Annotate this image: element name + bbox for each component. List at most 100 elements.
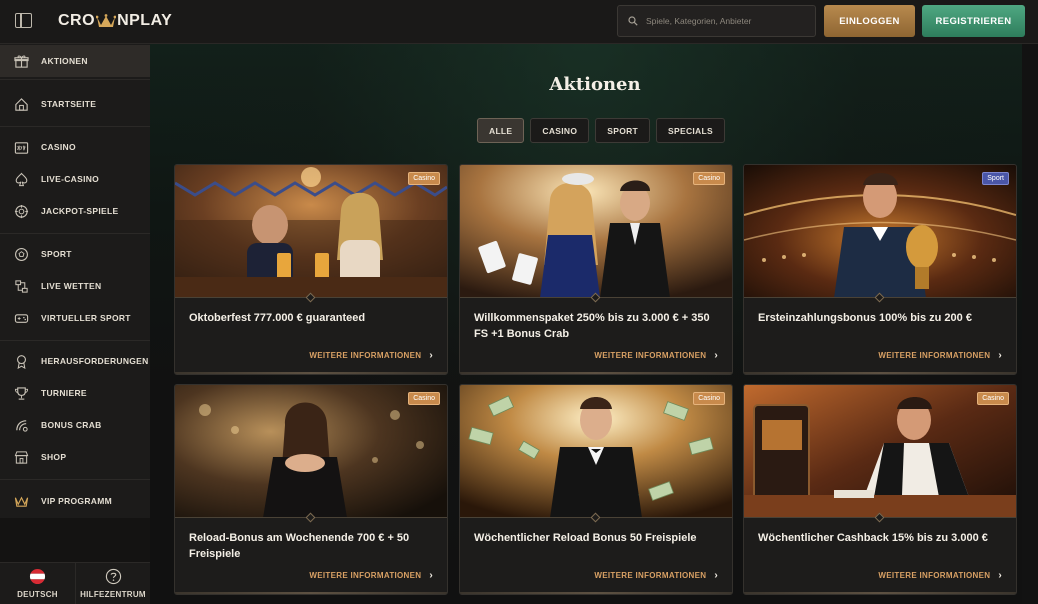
sidebar-item-casino[interactable]: 777 CASINO: [0, 131, 150, 163]
sidebar-item-label: CASINO: [41, 142, 76, 152]
promo-title: Willkommenspaket 250% bis zu 3.000 € + 3…: [474, 312, 710, 340]
sidebar-item-herausforderungen[interactable]: HERAUSFORDERUNGEN: [0, 345, 150, 377]
sidebar-item-label: SHOP: [41, 452, 67, 462]
live-bet-icon: [15, 279, 28, 293]
chevron-right-icon: ›: [429, 570, 433, 581]
more-info-link[interactable]: WEITERE INFORMATIONEN ›: [878, 570, 1002, 581]
category-badge: Sport: [982, 172, 1009, 185]
promo-image-welcome: [460, 165, 732, 298]
more-info-link[interactable]: WEITERE INFORMATIONEN ›: [309, 350, 433, 361]
language-selector[interactable]: DEUTSCH: [0, 563, 75, 604]
filter-tab-casino[interactable]: CASINO: [530, 118, 590, 143]
gift-icon: [14, 54, 29, 68]
sidebar-item-label: HERAUSFORDERUNGEN: [41, 356, 149, 366]
promo-card[interactable]: Casino Wöchentlicher Reload Bonus 50 Fre…: [459, 384, 733, 595]
card-bottom-line: [460, 592, 732, 594]
promo-card[interactable]: Casino Oktoberfest 777.000 € guaranteed …: [174, 164, 448, 375]
promo-card[interactable]: Casino Reload-Bonus am Wochenende 700 € …: [174, 384, 448, 595]
sidebar-item-vip-programm[interactable]: VIP PROGRAMM: [0, 485, 150, 517]
sidebar-item-jackpot-spiele[interactable]: JACKPOT-SPIELE: [0, 195, 150, 227]
logo-text-right: NPLAY: [117, 12, 173, 29]
sidebar-item-label: JACKPOT-SPIELE: [41, 206, 119, 216]
austria-flag-icon: [29, 568, 46, 585]
more-info-label: WEITERE INFORMATIONEN: [878, 571, 991, 580]
sidebar-item-label: SPORT: [41, 249, 72, 259]
more-info-label: WEITERE INFORMATIONEN: [594, 351, 707, 360]
gamepad-icon: [14, 313, 29, 323]
search-icon: [628, 16, 638, 26]
sidebar-divider: [0, 340, 150, 341]
sidebar-divider: [0, 233, 150, 234]
search-bar[interactable]: [617, 5, 816, 37]
promo-title: Wöchentlicher Cashback 15% bis zu 3.000 …: [758, 532, 988, 544]
promo-image-first-deposit: [744, 165, 1016, 298]
sidebar-item-label: TURNIERE: [41, 388, 87, 398]
shop-icon: [14, 450, 29, 464]
crown-logo-icon: [96, 14, 117, 27]
chevron-right-icon: ›: [714, 570, 718, 581]
promo-card[interactable]: Casino Wöchentlicher Cashback 15% bis zu…: [743, 384, 1017, 595]
sidebar-footer: DEUTSCH HILFEZENTRUM: [0, 562, 150, 604]
more-info-label: WEITERE INFORMATIONEN: [309, 571, 422, 580]
help-center-button[interactable]: HILFEZENTRUM: [75, 563, 150, 604]
promo-title: Oktoberfest 777.000 € guaranteed: [189, 312, 366, 324]
sidebar-item-bonus-crab[interactable]: BONUS CRAB: [0, 409, 150, 441]
page-scrollbar[interactable]: [1022, 44, 1038, 604]
spade-icon: [15, 172, 28, 186]
card-bottom-line: [175, 372, 447, 374]
filter-tab-sport[interactable]: SPORT: [595, 118, 651, 143]
logo-text-left: CRO: [58, 12, 96, 29]
sidebar-item-turniere[interactable]: TURNIERE: [0, 377, 150, 409]
chevron-right-icon: ›: [998, 570, 1002, 581]
chevron-right-icon: ›: [429, 350, 433, 361]
category-badge: Casino: [408, 392, 440, 405]
sidebar-item-aktionen[interactable]: AKTIONEN: [0, 45, 150, 77]
more-info-link[interactable]: WEITERE INFORMATIONEN ›: [594, 570, 718, 581]
category-badge: Casino: [977, 392, 1009, 405]
promo-card[interactable]: Casino Willkommenspaket 250% bis zu 3.00…: [459, 164, 733, 375]
sidebar-item-sport[interactable]: SPORT: [0, 238, 150, 270]
login-button[interactable]: EINLOGGEN: [824, 5, 915, 37]
register-button[interactable]: REGISTRIEREN: [922, 5, 1025, 37]
main-content: Aktionen ALLE CASINO SPORT SPECIALS Casi…: [150, 44, 1022, 604]
sidebar-toggle-icon[interactable]: [15, 13, 32, 28]
sidebar-item-live-casino[interactable]: LIVE-CASINO: [0, 163, 150, 195]
chevron-right-icon: ›: [714, 350, 718, 361]
language-label: DEUTSCH: [17, 590, 58, 599]
help-label: HILFEZENTRUM: [80, 590, 146, 599]
medal-icon: [17, 354, 26, 369]
promo-image-weekend-reload: [175, 385, 447, 518]
search-input[interactable]: [646, 16, 806, 26]
promo-image-weekly-reload: [460, 385, 732, 518]
slot-machine-icon: 777: [14, 141, 29, 154]
chip-icon: [14, 204, 29, 218]
category-badge: Casino: [693, 172, 725, 185]
svg-text:777: 777: [16, 145, 26, 150]
help-icon: [105, 568, 121, 585]
sidebar-item-shop[interactable]: SHOP: [0, 441, 150, 473]
promo-card[interactable]: Sport Ersteinzahlungsbonus 100% bis zu 2…: [743, 164, 1017, 375]
sidebar-item-label: BONUS CRAB: [41, 420, 102, 430]
more-info-link[interactable]: WEITERE INFORMATIONEN ›: [878, 350, 1002, 361]
filter-tab-alle[interactable]: ALLE: [477, 118, 525, 143]
more-info-label: WEITERE INFORMATIONEN: [594, 571, 707, 580]
filter-tab-specials[interactable]: SPECIALS: [656, 118, 725, 143]
sidebar: AKTIONEN STARTSEITE 777 CASINO LIVE-CASI…: [0, 44, 150, 518]
sidebar-divider: [0, 479, 150, 480]
sidebar-item-startseite[interactable]: STARTSEITE: [0, 88, 150, 120]
brand-logo[interactable]: CRO NPLAY: [58, 12, 172, 30]
more-info-link[interactable]: WEITERE INFORMATIONEN ›: [309, 570, 433, 581]
sidebar-item-virtueller-sport[interactable]: VIRTUELLER SPORT: [0, 302, 150, 334]
promotion-filter-tabs: ALLE CASINO SPORT SPECIALS: [477, 118, 725, 143]
sidebar-item-label: VIP PROGRAMM: [41, 496, 112, 506]
page-title: Aktionen: [549, 74, 641, 95]
more-info-link[interactable]: WEITERE INFORMATIONEN ›: [594, 350, 718, 361]
chevron-right-icon: ›: [998, 350, 1002, 361]
category-badge: Casino: [693, 392, 725, 405]
sidebar-divider: [0, 126, 150, 127]
sidebar-item-label: LIVE WETTEN: [41, 281, 102, 291]
sidebar-item-live-wetten[interactable]: LIVE WETTEN: [0, 270, 150, 302]
football-icon: [15, 247, 28, 261]
sidebar-item-label: LIVE-CASINO: [41, 174, 100, 184]
sidebar-item-label: STARTSEITE: [41, 99, 97, 109]
